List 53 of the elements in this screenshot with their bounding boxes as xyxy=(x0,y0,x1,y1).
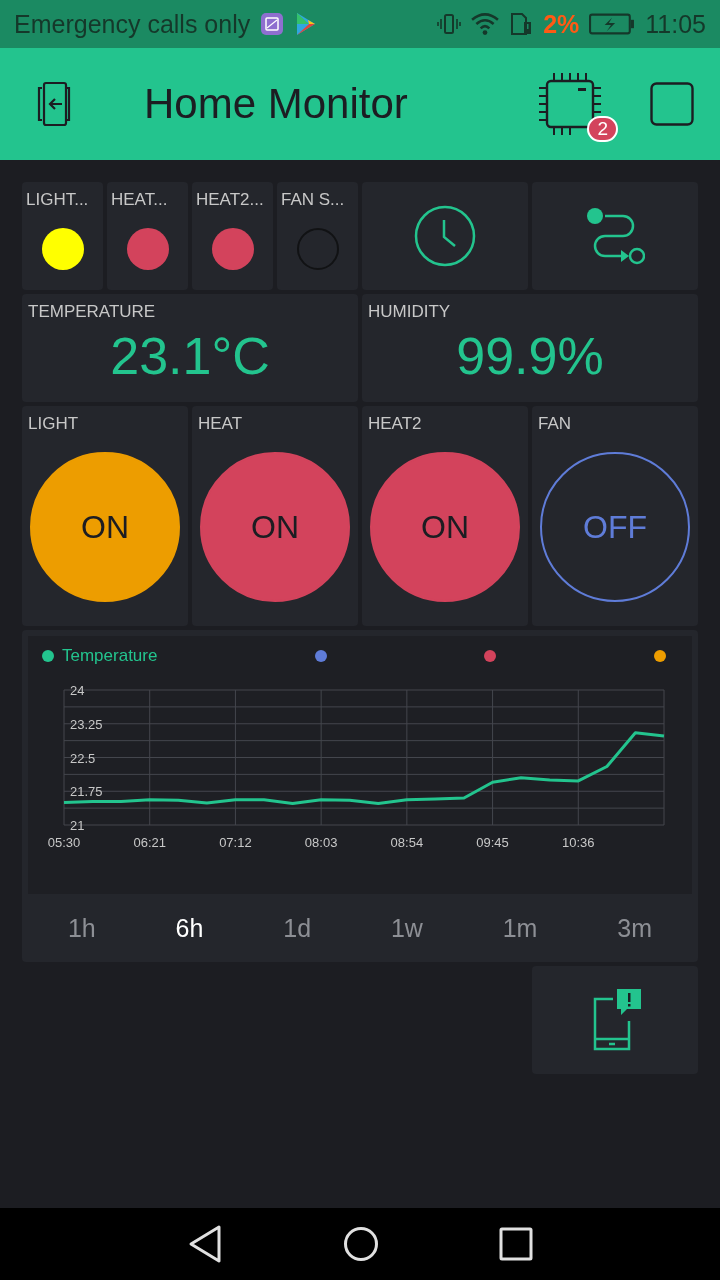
clock-icon xyxy=(413,204,477,268)
widget-label: HEAT xyxy=(198,414,243,434)
battery-charging-icon xyxy=(589,12,636,36)
eventor-widget[interactable] xyxy=(532,182,698,290)
back-button[interactable] xyxy=(187,1224,223,1264)
home-button[interactable] xyxy=(343,1226,379,1262)
y-tick-label: 23.25 xyxy=(70,716,103,732)
period-tab[interactable]: 1m xyxy=(492,909,548,947)
x-tick-label: 05:30 xyxy=(47,835,81,850)
battery-percent: 2% xyxy=(543,9,580,39)
x-tick-label: 08:03 xyxy=(304,835,338,850)
stop-button[interactable] xyxy=(650,82,694,126)
widget-label: LIGHT... xyxy=(26,190,89,210)
toggle-button[interactable]: OFF xyxy=(540,452,690,602)
x-tick-label: 07:12 xyxy=(219,835,252,850)
y-tick-label: 21 xyxy=(70,818,85,833)
x-tick-label: 10:36 xyxy=(562,835,595,850)
period-tab[interactable]: 6h xyxy=(165,909,214,947)
widget-label: HEAT2... xyxy=(196,190,264,210)
period-tab[interactable]: 3m xyxy=(607,909,662,947)
timer-widget[interactable] xyxy=(362,182,528,290)
toggle-button[interactable]: ON xyxy=(200,452,350,602)
period-tab[interactable]: 1d xyxy=(273,909,322,947)
period-tab[interactable]: 1h xyxy=(57,909,106,947)
notification-widget[interactable] xyxy=(532,966,698,1074)
y-tick-label: 24 xyxy=(70,683,85,698)
x-tick-label: 06:21 xyxy=(133,835,166,850)
app-title: Home Monitor xyxy=(144,80,408,128)
widget-label: HEAT... xyxy=(111,190,168,210)
widget-label: TEMPERATURE xyxy=(28,302,156,322)
display-value: 99.9% xyxy=(456,326,604,386)
toggle-button[interactable]: ON xyxy=(30,452,180,602)
widget-label: HEAT2 xyxy=(368,414,422,434)
y-tick-label: 21.75 xyxy=(70,784,103,800)
notification-badge: 2 xyxy=(587,116,618,142)
toggle-button[interactable]: ON xyxy=(370,452,520,602)
widget-label: FAN xyxy=(538,414,572,434)
widget-label: HUMIDITY xyxy=(368,302,451,322)
sim-alert-icon xyxy=(509,12,534,36)
gallery-icon xyxy=(260,12,285,36)
widget-label: LIGHT xyxy=(28,414,79,434)
x-tick-label: 08:54 xyxy=(390,835,424,850)
vibrate-icon xyxy=(437,12,462,36)
period-tab[interactable]: 1w xyxy=(380,909,433,947)
wifi-icon xyxy=(471,12,500,36)
display-value: 23.1°C xyxy=(110,326,270,386)
x-tick-label: 09:45 xyxy=(476,835,509,850)
widget-label: FAN S... xyxy=(281,190,345,210)
recents-button[interactable] xyxy=(499,1227,533,1261)
legend-label: Temperature xyxy=(62,646,158,666)
carrier-text: Emergency calls only xyxy=(14,9,251,39)
clock-time: 11:05 xyxy=(645,9,706,39)
y-tick-label: 22.5 xyxy=(70,750,96,766)
